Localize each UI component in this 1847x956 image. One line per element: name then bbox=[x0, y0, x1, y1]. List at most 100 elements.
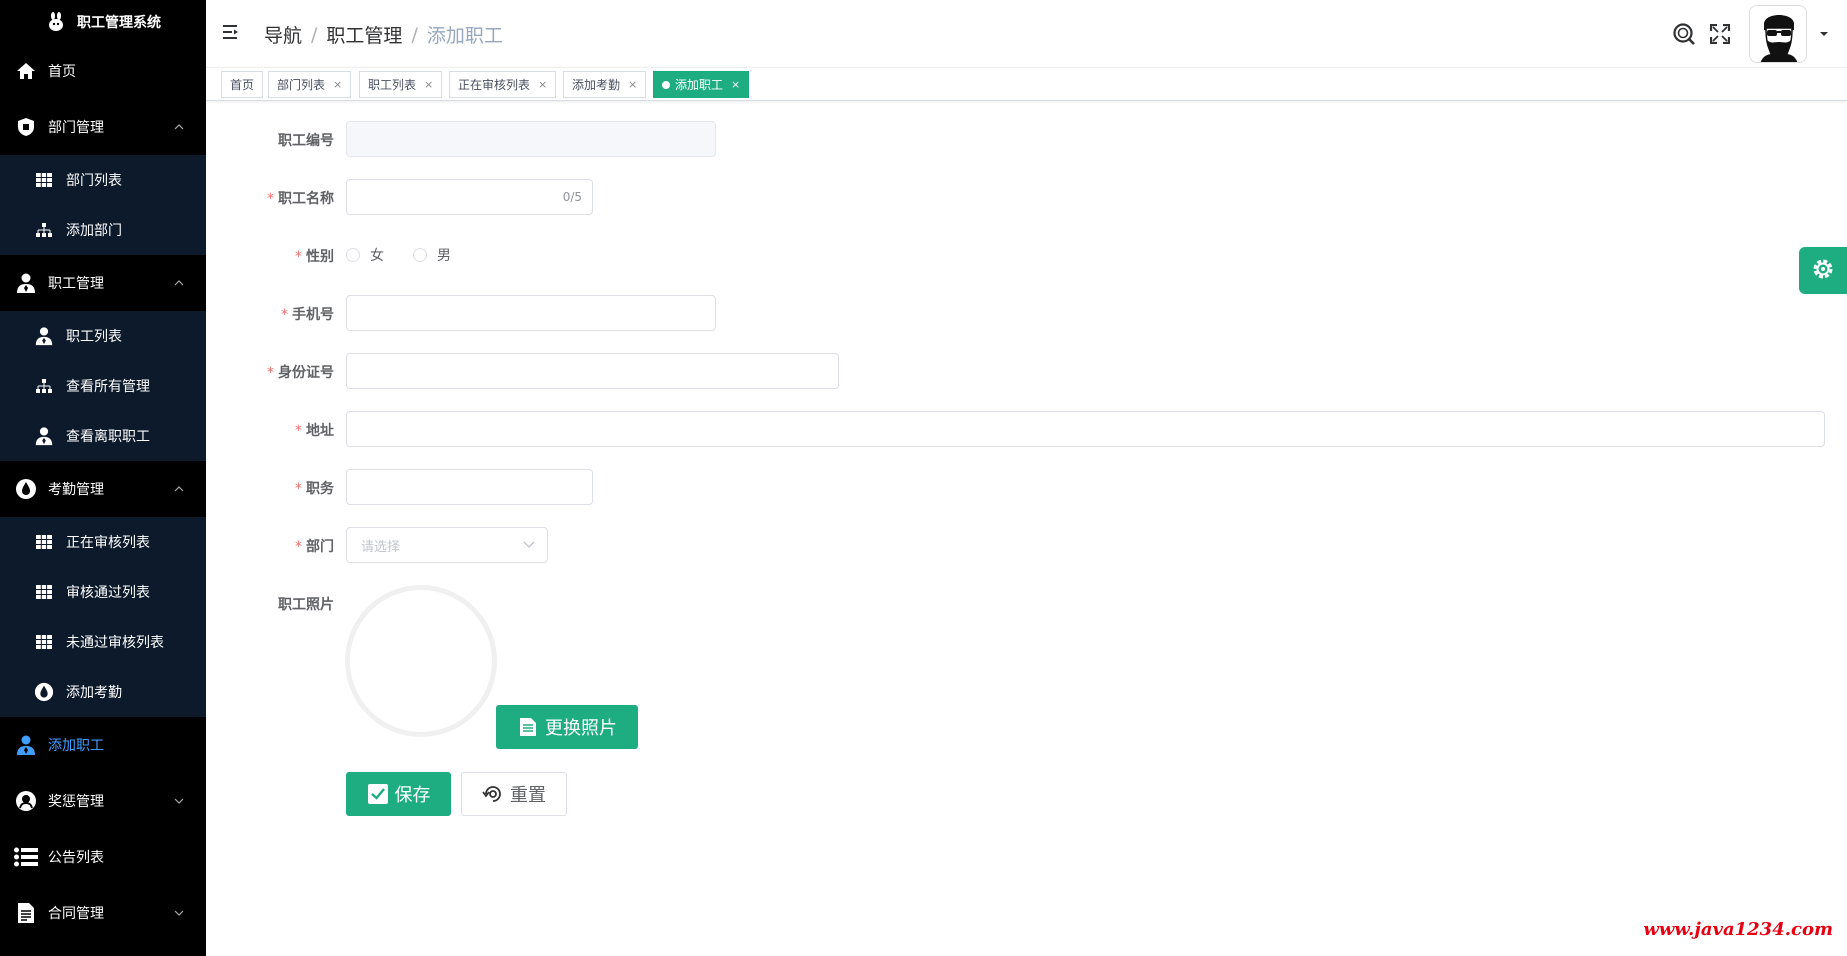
char-counter: 0/5 bbox=[562, 190, 582, 204]
sidebar-item-approved[interactable]: 审核通过列表 bbox=[0, 567, 206, 617]
sidebar-item-label: 职工列表 bbox=[66, 329, 122, 345]
add-staff-form: 职工编号 * 职工名称 0/5 * 性别 女 男 * 手机号 * 身份证号 * … bbox=[206, 102, 1847, 956]
sidebar-item-label: 部门管理 bbox=[48, 120, 104, 136]
radio-label: 男 bbox=[437, 248, 451, 264]
form-label-phone: * 手机号 bbox=[281, 307, 334, 323]
reset-button[interactable]: 重置 bbox=[461, 772, 567, 816]
tag-pending-review[interactable]: 正在审核列表 × bbox=[449, 71, 557, 98]
submenu-attendance: 正在审核列表 审核通过列表 未通过审核列表 添加考勤 bbox=[0, 517, 206, 717]
sidebar-item-label: 考勤管理 bbox=[48, 482, 104, 498]
select-placeholder: 请选择 bbox=[361, 539, 401, 555]
drop-icon bbox=[14, 477, 38, 501]
shield-icon bbox=[14, 115, 38, 139]
sidebar-item-add-dept[interactable]: 添加部门 bbox=[0, 205, 206, 255]
sidebar-item-resigned-staff[interactable]: 查看离职职工 bbox=[0, 411, 206, 461]
gender-radio-female[interactable]: 女 bbox=[346, 245, 384, 265]
sidebar-item-dept-list[interactable]: 部门列表 bbox=[0, 155, 206, 205]
sidebar-item-add-staff[interactable]: 添加职工 bbox=[0, 717, 206, 773]
tag-label: 正在审核列表 bbox=[458, 78, 531, 92]
change-photo-button[interactable]: 更换照片 bbox=[496, 705, 638, 749]
tag-add-staff[interactable]: 添加职工 × bbox=[653, 71, 750, 98]
tag-dept-list[interactable]: 部门列表 × bbox=[268, 71, 352, 98]
button-label: 保存 bbox=[394, 785, 431, 806]
breadcrumb-item[interactable]: 职工管理 bbox=[326, 21, 402, 48]
list-icon bbox=[14, 845, 38, 869]
chevron-up-icon bbox=[174, 280, 184, 286]
sidebar-item-label: 公告列表 bbox=[48, 850, 104, 866]
sidebar-item-label: 审核通过列表 bbox=[66, 585, 150, 601]
sidebar-item-attendance[interactable]: 考勤管理 bbox=[0, 461, 206, 517]
form-label-gender: * 性别 bbox=[295, 249, 334, 265]
check-icon bbox=[367, 783, 389, 805]
app-root: 职工管理系统 首页 部门管理 部门列表 添加部门 职工管理 职工列表 查看所有管… bbox=[0, 0, 1847, 956]
breadcrumb-separator: / bbox=[411, 23, 418, 46]
tag-label: 添加职工 bbox=[675, 78, 724, 92]
sidebar-item-notice[interactable]: 公告列表 bbox=[0, 829, 206, 885]
grid-icon bbox=[34, 170, 54, 190]
sidebar-item-contract[interactable]: 合同管理 bbox=[0, 885, 206, 941]
form-label-address: * 地址 bbox=[295, 423, 334, 439]
refresh-icon bbox=[482, 783, 504, 805]
sidebar-item-home[interactable]: 首页 bbox=[0, 43, 206, 99]
home-icon bbox=[14, 59, 38, 83]
breadcrumb-separator: / bbox=[311, 23, 318, 46]
position-input[interactable] bbox=[346, 469, 593, 505]
close-icon[interactable]: × bbox=[538, 78, 547, 91]
settings-button[interactable] bbox=[1799, 247, 1847, 294]
sidebar-item-dept[interactable]: 部门管理 bbox=[0, 99, 206, 155]
button-label: 更换照片 bbox=[545, 718, 617, 739]
sidebar-item-pending-review[interactable]: 正在审核列表 bbox=[0, 517, 206, 567]
chevron-up-icon bbox=[174, 486, 184, 492]
close-icon[interactable]: × bbox=[424, 78, 433, 91]
form-label-photo: 职工照片 bbox=[278, 597, 334, 613]
sidebar-item-label: 未通过审核列表 bbox=[66, 635, 164, 651]
sidebar-item-rejected[interactable]: 未通过审核列表 bbox=[0, 617, 206, 667]
idcard-input[interactable] bbox=[346, 353, 839, 389]
gender-radio-male[interactable]: 男 bbox=[413, 245, 451, 265]
sidebar-item-label: 添加部门 bbox=[66, 223, 122, 239]
tag-home[interactable]: 首页 bbox=[221, 71, 264, 98]
phone-input[interactable] bbox=[346, 295, 716, 331]
tag-staff-list[interactable]: 职工列表 × bbox=[359, 71, 443, 98]
active-dot-icon bbox=[662, 80, 670, 89]
user-icon bbox=[14, 733, 38, 757]
submenu-staff: 职工列表 查看所有管理 查看离职职工 bbox=[0, 311, 206, 461]
sidebar-item-all-managers[interactable]: 查看所有管理 bbox=[0, 361, 206, 411]
chevron-down-icon bbox=[523, 541, 535, 548]
address-input[interactable] bbox=[346, 411, 1825, 447]
sidebar-item-reward[interactable]: 奖惩管理 bbox=[0, 773, 206, 829]
close-icon[interactable]: × bbox=[731, 78, 740, 91]
form-label-idcard: * 身份证号 bbox=[267, 365, 334, 381]
sidebar-item-staff[interactable]: 职工管理 bbox=[0, 255, 206, 311]
sidebar-item-label: 添加考勤 bbox=[66, 685, 122, 701]
grid-icon bbox=[34, 532, 54, 552]
chevron-down-icon bbox=[174, 798, 184, 804]
sidebar: 职工管理系统 首页 部门管理 部门列表 添加部门 职工管理 职工列表 查看所有管… bbox=[0, 0, 206, 956]
sidebar-item-staff-list[interactable]: 职工列表 bbox=[0, 311, 206, 361]
dept-select[interactable]: 请选择 bbox=[346, 527, 548, 563]
sidebar-item-add-attendance[interactable]: 添加考勤 bbox=[0, 667, 206, 717]
search-icon[interactable] bbox=[1671, 21, 1697, 47]
staff-name-input[interactable]: 0/5 bbox=[346, 179, 593, 215]
caret-down-icon[interactable] bbox=[1817, 29, 1831, 39]
avatar[interactable] bbox=[1749, 4, 1807, 63]
gear-icon bbox=[1810, 256, 1836, 286]
breadcrumb-item[interactable]: 导航 bbox=[264, 21, 302, 48]
close-icon[interactable]: × bbox=[333, 78, 342, 91]
fullscreen-icon[interactable] bbox=[1707, 21, 1733, 47]
close-icon[interactable]: × bbox=[628, 78, 637, 91]
header-actions bbox=[1671, 0, 1847, 67]
tag-add-attendance[interactable]: 添加考勤 × bbox=[563, 71, 647, 98]
hamburger-icon[interactable] bbox=[221, 22, 241, 42]
sidebar-item-label: 奖惩管理 bbox=[48, 794, 104, 810]
drop-icon bbox=[34, 682, 54, 702]
button-label: 重置 bbox=[510, 785, 546, 806]
app-logo: 职工管理系统 bbox=[0, 0, 206, 43]
user-icon bbox=[34, 426, 54, 446]
save-button[interactable]: 保存 bbox=[346, 772, 451, 816]
document-icon bbox=[517, 716, 539, 738]
tags-view: 首页 部门列表 × 职工列表 × 正在审核列表 × 添加考勤 × 添加职工 × bbox=[206, 67, 1847, 101]
tag-label: 添加考勤 bbox=[572, 78, 621, 92]
radio-circle bbox=[413, 248, 427, 262]
watermark: www.java1234.com bbox=[1643, 919, 1833, 940]
